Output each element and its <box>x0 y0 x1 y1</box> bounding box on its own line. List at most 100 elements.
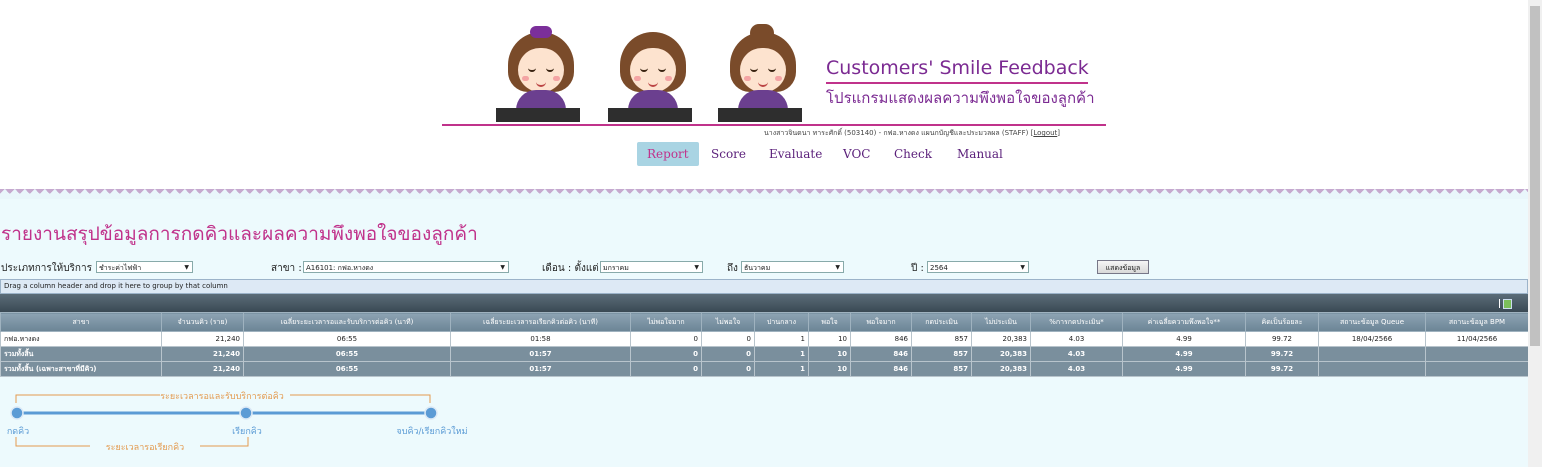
column-header[interactable]: ค่าเฉลี่ยความพึงพอใจ** <box>1122 312 1246 332</box>
table-row[interactable]: กฟอ.หางดง 21,240 06:55 01:58 0 0 1 10 84… <box>0 331 1529 347</box>
column-header[interactable]: เฉลี่ยระยะเวลารอและรับบริการต่อคิว (นาที… <box>243 312 451 332</box>
mascot-girl-bow-image <box>496 24 586 122</box>
group-by-hint[interactable]: Drag a column header and drop it here to… <box>0 279 1528 294</box>
column-header[interactable]: ไม่ประเมิน <box>971 312 1031 332</box>
cell <box>1425 361 1529 377</box>
cell: 20,383 <box>971 346 1031 362</box>
queue-timeline-diagram: ระยะเวลารอและรับบริการต่อคิว กดคิว เรียก… <box>7 391 468 453</box>
cell-branch: กฟอ.หางดง <box>0 331 162 347</box>
column-header[interactable]: พอใจมาก <box>850 312 912 332</box>
timeline-point-end <box>424 406 438 420</box>
cell: 4.99 <box>1122 331 1246 347</box>
excel-export-icon[interactable] <box>1503 299 1512 309</box>
nav-score[interactable]: Score <box>711 142 746 166</box>
month-from-select[interactable]: มกราคม ▼ <box>600 261 703 273</box>
timeline-point-start <box>10 406 24 420</box>
cell: 0 <box>630 346 702 362</box>
year-select[interactable]: 2564 ▼ <box>927 261 1029 273</box>
cell: 21,240 <box>161 331 244 347</box>
cell: 0 <box>701 331 755 347</box>
mascot-girl-smile-image <box>608 24 698 122</box>
chevron-down-icon: ▼ <box>694 264 699 271</box>
month-from-label: เดือน : ตั้งแต่ <box>542 263 599 274</box>
nav-report[interactable]: Report <box>637 142 699 166</box>
month-to-select[interactable]: ธันวาคม ▼ <box>741 261 844 273</box>
month-to-label: ถึง <box>727 263 738 274</box>
cell: 01:57 <box>450 361 631 377</box>
cell: 06:55 <box>243 331 451 347</box>
timeline-point-call <box>239 406 253 420</box>
cell: 20,383 <box>971 331 1031 347</box>
page-header: Customers' Smile Feedback โปรแกรมแสดงผลค… <box>0 0 1528 190</box>
month-to-value: ธันวาคม <box>744 264 771 272</box>
column-header[interactable]: เฉลี่ยระยะเวลารอเรียกคิวต่อคิว (นาที) <box>450 312 631 332</box>
page-title: รายงานสรุปข้อมูลการกดคิวและผลความพึงพอใจ… <box>1 223 478 245</box>
column-header[interactable]: จำนวนคิว (ราย) <box>161 312 244 332</box>
column-header[interactable]: สาขา <box>0 312 162 332</box>
total-row: รวมทั้งสิ้น (เฉพาะสาขาที่มีคิว) 21,240 0… <box>0 361 1529 377</box>
nav-manual[interactable]: Manual <box>957 142 1003 166</box>
month-from-value: มกราคม <box>603 264 629 272</box>
chevron-down-icon: ▼ <box>500 264 505 271</box>
top-bracket-label: ระยะเวลารอและรับบริการต่อคิว <box>160 391 284 402</box>
cell: 0 <box>701 361 755 377</box>
cell-total-label: รวมทั้งสิ้น (เฉพาะสาขาที่มีคิว) <box>0 361 162 377</box>
cell: 4.03 <box>1030 346 1123 362</box>
cell: 99.72 <box>1245 361 1319 377</box>
cell: 4.03 <box>1030 331 1123 347</box>
cell: 99.72 <box>1245 331 1319 347</box>
nav-voc[interactable]: VOC <box>843 142 870 166</box>
branch-value: A16101: กฟอ.หางดง <box>306 264 374 272</box>
column-header[interactable]: กดประเมิน <box>911 312 972 332</box>
cell: 846 <box>850 331 912 347</box>
cell: 01:58 <box>450 331 631 347</box>
column-header[interactable]: สถานะข้อมูล BPM <box>1425 312 1529 332</box>
table-header-row: สาขา จำนวนคิว (ราย) เฉลี่ยระยะเวลารอและร… <box>0 312 1529 332</box>
service-type-select[interactable]: ชำระค่าไฟฟ้า ▼ <box>96 261 193 273</box>
cell: 01:57 <box>450 346 631 362</box>
total-row: รวมทั้งสิ้น 21,240 06:55 01:57 0 0 1 10 … <box>0 346 1529 362</box>
column-header[interactable]: พอใจ <box>808 312 851 332</box>
chevron-down-icon: ▼ <box>184 264 189 271</box>
column-header[interactable]: ไม่พอใจมาก <box>630 312 702 332</box>
app-title: Customers' Smile Feedback <box>826 57 1089 79</box>
cell <box>1425 346 1529 362</box>
column-header[interactable]: ปานกลาง <box>754 312 809 332</box>
toolbar-separator <box>1499 299 1500 308</box>
cell: 0 <box>630 361 702 377</box>
year-value: 2564 <box>930 264 948 272</box>
cell-total-label: รวมทั้งสิ้น <box>0 346 162 362</box>
title-underline <box>826 82 1088 84</box>
column-header[interactable]: %การกดประเมิน* <box>1030 312 1123 332</box>
column-header[interactable]: คิดเป็นร้อยละ <box>1245 312 1319 332</box>
cell: 06:55 <box>243 346 451 362</box>
branch-select[interactable]: A16101: กฟอ.หางดง ▼ <box>303 261 509 273</box>
cell: 857 <box>911 331 972 347</box>
chevron-down-icon: ▼ <box>835 264 840 271</box>
cell: 1 <box>754 346 809 362</box>
cell: 4.99 <box>1122 361 1246 377</box>
cell: 4.03 <box>1030 361 1123 377</box>
chevron-down-icon: ▼ <box>1020 264 1025 271</box>
cell <box>1318 346 1426 362</box>
user-info-text: นางสาวจินดนา ทาระศักดิ์ (503140) - กฟอ.ห… <box>764 129 1029 137</box>
cell: 20,383 <box>971 361 1031 377</box>
column-header[interactable]: สถานะข้อมูล Queue <box>1318 312 1426 332</box>
service-type-value: ชำระค่าไฟฟ้า <box>99 264 142 272</box>
column-header[interactable]: ไม่พอใจ <box>701 312 755 332</box>
cell: 1 <box>754 331 809 347</box>
nav-check[interactable]: Check <box>894 142 932 166</box>
cell: 1 <box>754 361 809 377</box>
cell: 11/04/2566 <box>1425 331 1529 347</box>
decorative-zigzag-border <box>0 189 1528 199</box>
scrollbar-thumb[interactable] <box>1530 6 1540 346</box>
grid-toolbar <box>0 294 1528 312</box>
logout-link[interactable]: Logout <box>1033 129 1057 137</box>
nav-evaluate[interactable]: Evaluate <box>769 142 822 166</box>
cell: 846 <box>850 346 912 362</box>
cell: 21,240 <box>161 361 244 377</box>
vertical-scrollbar[interactable] <box>1528 0 1542 467</box>
cell: 21,240 <box>161 346 244 362</box>
show-data-button[interactable]: แสดงข้อมูล <box>1097 260 1149 274</box>
cell: 06:55 <box>243 361 451 377</box>
